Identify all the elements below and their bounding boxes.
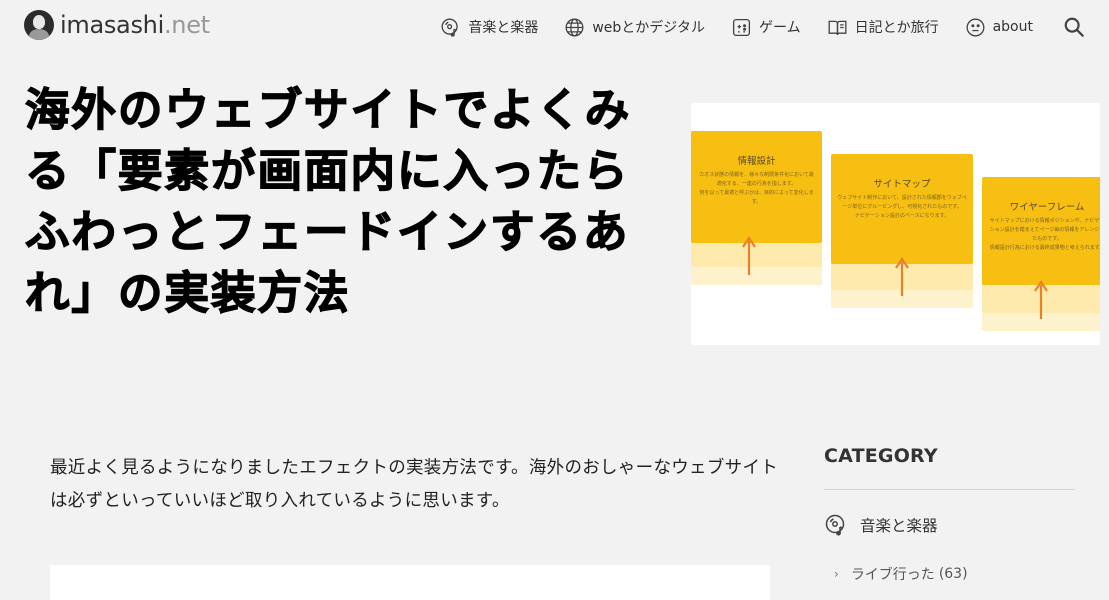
site-name-main: imasashi <box>60 11 164 39</box>
category-count: (63) <box>938 566 968 582</box>
nav-label: 日記とか旅行 <box>854 20 939 36</box>
smiley-icon <box>966 18 985 36</box>
site-name: imasashi.net <box>60 11 210 39</box>
up-arrow-icon <box>742 236 756 275</box>
logo-avatar-icon <box>24 10 54 40</box>
article-content-box <box>50 565 770 600</box>
up-arrow-icon <box>1034 280 1048 319</box>
globe-icon <box>565 18 584 36</box>
nav-label: webとかデジタル <box>592 20 705 36</box>
hero-card-body: ウェブサイト制作において、設計された情報郡をウェブページ単位にグルーピングし、可… <box>837 195 967 219</box>
article-title: 海外のウェブサイトでよくみる「要素が画面内に入ったらふわっとフェードインするあれ… <box>24 84 632 319</box>
nav-item-diary-travel[interactable]: 日記とか旅行 <box>827 17 939 38</box>
nav-label: ゲーム <box>759 20 801 36</box>
nav-item-about[interactable]: about <box>965 17 1033 38</box>
hero-card-body: カオス状態の情報を、様々な制限条件化において最適化する、一連の行為を指します。 … <box>699 172 814 205</box>
nav-item-game[interactable]: ゲーム <box>731 17 801 38</box>
book-icon <box>828 20 847 35</box>
category-live[interactable]: › ライブ行った (63) <box>834 564 1075 584</box>
nav-label: 音楽と楽器 <box>468 20 539 36</box>
site-name-tld: .net <box>163 11 210 39</box>
nav-item-web-digital[interactable]: webとかデジタル <box>564 17 705 38</box>
sidebar: CATEGORY 音楽と楽器 › ライブ行った (63) <box>824 445 1075 584</box>
site-header: imasashi.net 音楽と楽器 webとかデジタル ゲーム 日記とか旅行 … <box>0 0 1109 54</box>
music-disc-icon <box>441 18 459 37</box>
hero-card-title: サイトマップ <box>873 179 931 190</box>
nav-item-music[interactable]: 音楽と楽器 <box>440 17 538 38</box>
hero-card-title: ワイヤーフレーム <box>1009 202 1085 213</box>
search-icon[interactable] <box>1063 16 1085 38</box>
main-nav: 音楽と楽器 webとかデジタル ゲーム 日記とか旅行 about <box>440 15 1109 39</box>
article-intro: 最近よく見るようになりましたエフェクトの実装方法です。海外のおしゃーなウェブサイ… <box>50 458 779 511</box>
chevron-right-icon: › <box>834 567 839 581</box>
site-logo[interactable]: imasashi.net <box>24 10 210 40</box>
hero-card-body: サイトマップにおける情報ポジションや、ナビゲーション設計を踏まえてページ毎の情報… <box>989 218 1100 251</box>
category-music[interactable]: 音楽と楽器 <box>824 513 1075 537</box>
category-label: ライブ行った <box>850 567 935 583</box>
up-arrow-icon <box>895 257 909 296</box>
nav-label: about <box>992 19 1033 35</box>
hero-card-title: 情報設計 <box>737 156 776 167</box>
hero-image: 情報設計 カオス状態の情報を、様々な制限条件化において最適化する、一連の行為を指… <box>691 103 1100 345</box>
category-label: 音楽と楽器 <box>860 517 938 535</box>
divider <box>824 489 1075 490</box>
sidebar-heading: CATEGORY <box>824 445 938 467</box>
music-disc-icon <box>825 514 845 536</box>
gamepad-icon <box>732 18 751 36</box>
